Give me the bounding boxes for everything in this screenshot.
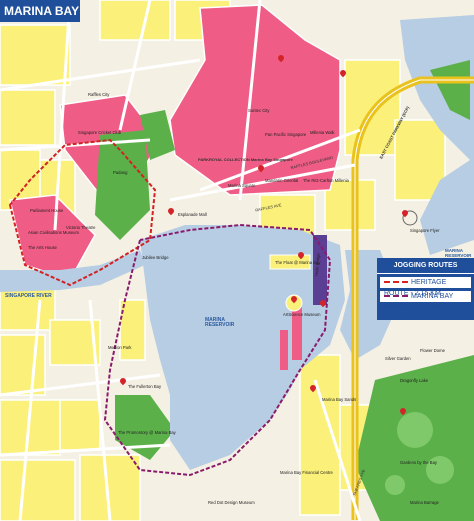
label-cricket: Singapore Cricket Club [78,130,122,135]
label-mbs: Marina Bay Sands [322,397,357,402]
label-raffles-city: Raffles City [88,92,110,97]
label-barrage: Marina Barrage [410,500,439,505]
label-millenia: Millenia Walk [310,130,335,135]
label-marina-square: Marina Square [228,183,256,188]
legend-heritage: HERITAGE ROUTE - 2.15 KM [380,277,471,297]
label-asian-civ: Asian Civilisations Museum [28,230,79,235]
marina-swatch [384,295,408,298]
label-ritz: The Ritz-Carlton Millenia [303,178,349,183]
label-parliament: Parliament House [30,208,64,213]
label-dragonfly: Dragonfly Lake [400,378,429,383]
legend-marina: MARINA BAY ROUTE - 3.70 KM [380,291,471,311]
label-art-house: The Arts House [28,245,57,250]
heritage-swatch [384,281,408,284]
label-float: The Float @ Marina Bay [275,260,321,265]
label-marina-reservoir-2: MARINA RESERVOIR [445,248,472,258]
label-marina-reservoir: MARINA RESERVOIR [205,317,235,328]
map-title: MARINA BAY [0,0,80,22]
label-art-science: ArtScience Museum [283,312,321,317]
label-flower-dome: Flower Dome [420,348,445,353]
label-flyer: Singapore Flyer [410,228,440,233]
label-fullerton: The Fullerton Bay [128,384,162,389]
jogging-legend: JOGGING ROUTES HERITAGE ROUTE - 2.15 KM … [377,258,474,320]
label-silver-garden: Silver Garden [385,356,411,361]
label-mbfc: Marina Bay Financial Centre [280,470,333,475]
label-mandarin: Mandarin Oriental [265,178,299,183]
label-parkroyal: PARKROYAL COLLECTION Marina Bay Singapor… [198,157,293,162]
label-gardens: Gardens by the Bay [400,460,438,465]
label-pan-pacific: Pan Pacific Singapore [265,132,307,137]
label-red-dot: Red Dot Design Museum [208,500,255,505]
label-promontory: The Promontory @ Marina Bay [118,430,176,435]
label-singapore-river: SINGAPORE RIVER [5,293,52,299]
legend-heading: JOGGING ROUTES [377,258,474,274]
label-victoria: Victoria Theatre [66,225,96,230]
map-canvas[interactable]: MARINA BAY JOGGING ROUTES HERITAGE ROUTE… [0,0,474,521]
label-padang: Padang [113,170,128,175]
label-suntec: Suntec City [248,108,270,113]
label-merlion: Merlion Park [108,345,132,350]
label-jubilee: Jubilee Bridge [142,255,169,260]
label-esplanade: Esplanade Mall [178,212,207,217]
